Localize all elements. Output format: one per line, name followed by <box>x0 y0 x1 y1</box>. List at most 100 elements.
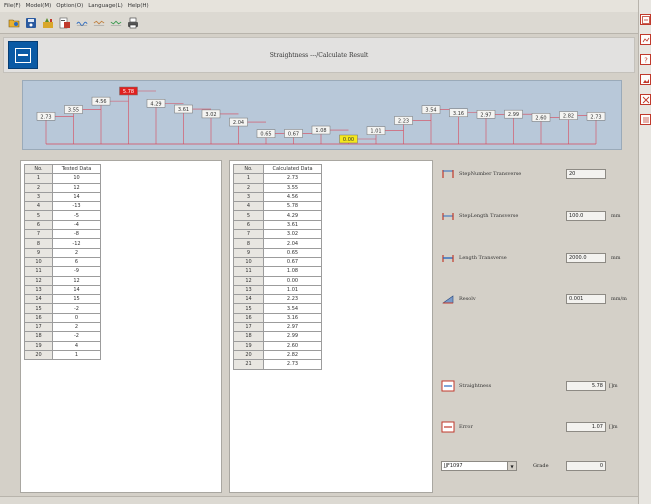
close-icon[interactable] <box>640 94 651 105</box>
step-number-field[interactable]: 20 <box>566 169 606 179</box>
row-value[interactable]: 1.01 <box>263 284 322 296</box>
row-value[interactable]: -8 <box>52 229 101 240</box>
table-row[interactable]: 17 2.97 <box>233 322 322 333</box>
row-value[interactable]: 0.67 <box>263 256 322 268</box>
help-icon[interactable]: ? <box>640 54 651 65</box>
table-row[interactable]: 9 0.65 <box>233 247 322 258</box>
row-value[interactable]: -12 <box>52 238 101 249</box>
row-value[interactable]: 0.65 <box>263 247 322 258</box>
row-value[interactable]: 2.73 <box>263 173 322 184</box>
list-icon[interactable] <box>640 114 651 125</box>
chevron-down-icon[interactable]: ▼ <box>507 462 516 470</box>
row-value[interactable]: 3.55 <box>263 182 322 193</box>
table-row[interactable]: 14 2.23 <box>233 294 322 305</box>
row-value[interactable]: 1.08 <box>263 266 322 277</box>
table-row[interactable]: 4 5.78 <box>233 201 322 212</box>
row-value[interactable]: 14 <box>52 191 101 203</box>
row-value[interactable]: 2.82 <box>263 349 322 361</box>
standard-select[interactable]: JJF1097 ▼ <box>441 461 517 471</box>
row-value[interactable]: 15 <box>52 294 101 305</box>
row-value[interactable]: -2 <box>52 331 101 342</box>
row-value[interactable]: 2 <box>52 247 101 258</box>
table-row[interactable]: 1 2.73 <box>233 173 322 184</box>
table-row[interactable]: 8 2.04 <box>233 238 322 249</box>
wave-icon[interactable] <box>110 17 122 29</box>
table-row[interactable]: 20 1 <box>24 349 101 361</box>
row-value[interactable]: 10 <box>52 173 101 184</box>
table-row[interactable]: 7 -8 <box>24 229 101 240</box>
row-value[interactable]: 6 <box>52 256 101 268</box>
print-icon[interactable] <box>127 17 139 29</box>
row-value[interactable]: 3.61 <box>263 219 322 231</box>
open-folder-icon[interactable] <box>8 17 20 29</box>
menu-file[interactable]: File(F) <box>4 3 21 9</box>
row-value[interactable]: 12 <box>52 182 101 193</box>
row-value[interactable]: 2.60 <box>263 340 322 351</box>
length-field[interactable]: 2000.0 <box>566 253 606 263</box>
table-row[interactable]: 18 2.99 <box>233 331 322 342</box>
table-row[interactable]: 8 -12 <box>24 238 101 249</box>
row-value[interactable]: 2.73 <box>263 359 322 370</box>
table-row[interactable]: 2 3.55 <box>233 182 322 193</box>
menu-language[interactable]: Language(L) <box>88 3 123 9</box>
table-row[interactable]: 5 4.29 <box>233 210 322 221</box>
menu-model[interactable]: Model(M) <box>26 3 52 9</box>
save-icon[interactable] <box>25 17 37 29</box>
table-row[interactable]: 12 0.00 <box>233 275 322 286</box>
table-row[interactable]: 20 2.82 <box>233 349 322 361</box>
table-row[interactable]: 3 4.56 <box>233 191 322 203</box>
row-value[interactable]: 0.00 <box>263 275 322 286</box>
table-row[interactable]: 19 4 <box>24 340 101 351</box>
row-value[interactable]: 4 <box>52 340 101 351</box>
line-chart-icon[interactable] <box>640 34 651 45</box>
table-row[interactable]: 21 2.73 <box>233 359 322 370</box>
table-row[interactable]: 15 -2 <box>24 303 101 314</box>
wave-icon[interactable] <box>93 17 105 29</box>
menu-help[interactable]: Help(H) <box>128 3 149 9</box>
table-row[interactable]: 17 2 <box>24 322 101 333</box>
row-value[interactable]: 0 <box>52 312 101 324</box>
table-row[interactable]: 6 -4 <box>24 219 101 231</box>
row-value[interactable]: -4 <box>52 219 101 231</box>
table-row[interactable]: 2 12 <box>24 182 101 193</box>
row-value[interactable]: 2.23 <box>263 294 322 305</box>
row-value[interactable]: 4.29 <box>263 210 322 221</box>
table-row[interactable]: 19 2.60 <box>233 340 322 351</box>
row-value[interactable]: -13 <box>52 201 101 212</box>
step-length-field[interactable]: 100.0 <box>566 211 606 221</box>
table-row[interactable]: 18 -2 <box>24 331 101 342</box>
table-row[interactable]: 7 3.02 <box>233 229 322 240</box>
row-value[interactable]: 14 <box>52 284 101 296</box>
resolv-field[interactable]: 0.001 <box>566 294 606 304</box>
table-row[interactable]: 10 6 <box>24 256 101 268</box>
table-row[interactable]: 3 14 <box>24 191 101 203</box>
wave-icon[interactable] <box>76 17 88 29</box>
row-value[interactable]: 2.99 <box>263 331 322 342</box>
row-value[interactable]: 3.54 <box>263 303 322 314</box>
row-value[interactable]: 3.02 <box>263 229 322 240</box>
table-row[interactable]: 10 0.67 <box>233 256 322 268</box>
row-value[interactable]: 3.16 <box>263 312 322 324</box>
tools-icon[interactable] <box>42 17 54 29</box>
row-value[interactable]: 1 <box>52 349 101 361</box>
row-value[interactable]: -9 <box>52 266 101 277</box>
table-row[interactable]: 11 -9 <box>24 266 101 277</box>
table-row[interactable]: 13 14 <box>24 284 101 296</box>
table-row[interactable]: 16 3.16 <box>233 312 322 324</box>
row-value[interactable]: 2.04 <box>263 238 322 249</box>
table-row[interactable]: 5 -5 <box>24 210 101 221</box>
row-value[interactable]: 5.78 <box>263 201 322 212</box>
table-row[interactable]: 15 3.54 <box>233 303 322 314</box>
table-row[interactable]: 1 10 <box>24 173 101 184</box>
table-row[interactable]: 13 1.01 <box>233 284 322 296</box>
table-row[interactable]: 92 <box>24 247 101 258</box>
table-row[interactable]: 12 12 <box>24 275 101 286</box>
row-value[interactable]: -2 <box>52 303 101 314</box>
row-value[interactable]: 2.97 <box>263 322 322 333</box>
row-value[interactable]: 12 <box>52 275 101 286</box>
table-row[interactable]: 14 15 <box>24 294 101 305</box>
row-value[interactable]: -5 <box>52 210 101 221</box>
row-value[interactable]: 4.56 <box>263 191 322 203</box>
report-icon[interactable] <box>59 17 71 29</box>
minus-icon[interactable] <box>640 14 651 25</box>
